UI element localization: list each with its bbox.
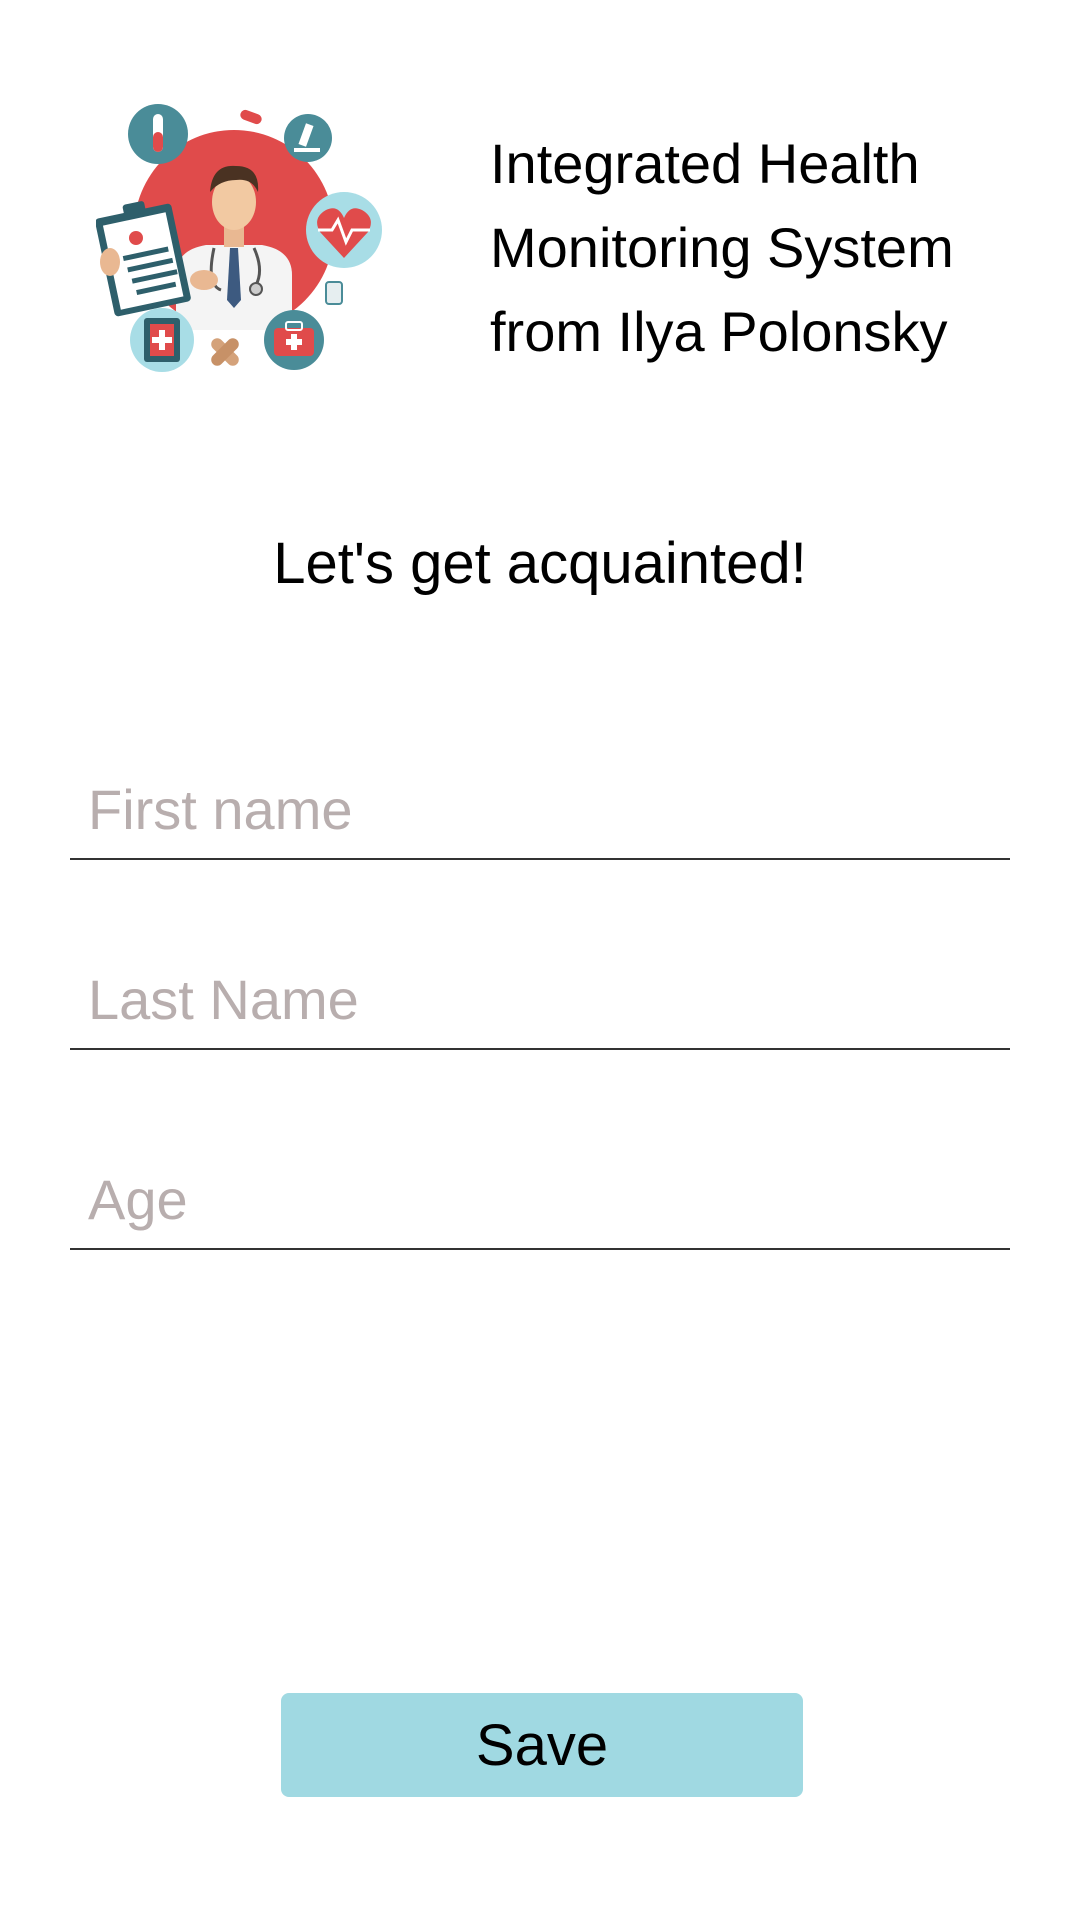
app-title-line: Monitoring System [490, 216, 954, 279]
pill-bottle-icon [325, 281, 343, 305]
doctor-logo [96, 104, 382, 372]
medical-document-icon [130, 308, 194, 372]
test-tube-icon [128, 104, 188, 164]
app-title-line: from Ilya Polonsky [490, 300, 948, 363]
age-field[interactable] [70, 1150, 1010, 1250]
first-aid-kit-icon [264, 310, 324, 370]
pill-icon [240, 109, 262, 125]
microscope-icon [284, 114, 332, 162]
first-name-field[interactable] [70, 760, 1010, 860]
heart-icon [306, 192, 382, 268]
app-title-line: Integrated Health [490, 132, 920, 195]
save-button[interactable]: Save [281, 1693, 803, 1797]
bandage-icon [211, 338, 239, 366]
app-title: Integrated Health Monitoring System from… [490, 122, 1050, 374]
last-name-field[interactable] [70, 950, 1010, 1050]
greeting-heading: Let's get acquainted! [273, 531, 807, 596]
